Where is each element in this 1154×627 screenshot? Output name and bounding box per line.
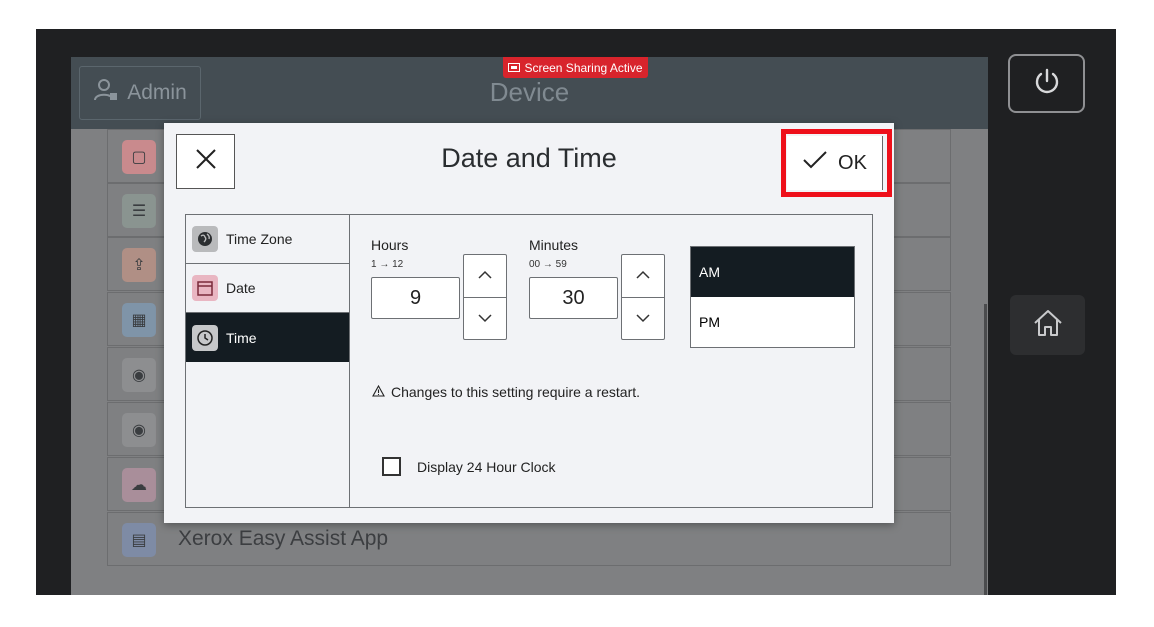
calculator-icon: ▦: [122, 303, 156, 337]
power-button[interactable]: [1008, 54, 1085, 113]
clock-icon: [192, 324, 218, 351]
screen-share-icon: [508, 61, 521, 75]
app-icon: ▢: [122, 140, 156, 174]
date-time-dialog: Date and Time OK Time Zone Date Time Hou…: [164, 123, 894, 523]
ok-label: OK: [838, 151, 867, 174]
nav-item-time-zone[interactable]: Time Zone: [186, 215, 349, 264]
nav-item-date[interactable]: Date: [186, 264, 349, 313]
minutes-input[interactable]: 30: [529, 277, 618, 319]
xerox-easy-assist-label: Xerox Easy Assist App: [178, 527, 389, 550]
restart-warning: Changes to this setting require a restar…: [372, 384, 640, 400]
am-pm-selector: AM PM: [690, 246, 855, 348]
time-settings-panel: Hours 1 → 12 9 Minutes 00 → 59 30 AM PM …: [349, 214, 874, 508]
upload-box-icon: ⇪: [122, 248, 156, 282]
screen-sharing-badge: Screen Sharing Active: [503, 57, 648, 78]
checkmark-icon: [802, 150, 828, 176]
screen-sharing-text: Screen Sharing Active: [524, 60, 643, 75]
minutes-increment-button[interactable]: [622, 255, 664, 298]
chevron-down-icon: [477, 310, 493, 328]
display-24-hour-clock-label: Display 24 Hour Clock: [417, 458, 556, 475]
minutes-label: Minutes: [529, 237, 579, 253]
screen-header: Admin Device Screen Sharing Active: [71, 57, 988, 129]
minutes-decrement-button[interactable]: [622, 298, 664, 340]
page-title: Device: [489, 77, 570, 107]
hours-increment-button[interactable]: [464, 255, 506, 298]
display-24-hour-clock-option[interactable]: Display 24 Hour Clock: [382, 457, 556, 476]
hours-decrement-button[interactable]: [464, 298, 506, 340]
document-icon: ▤: [122, 523, 156, 557]
display-24-hour-clock-checkbox[interactable]: [382, 457, 401, 476]
nav-item-time[interactable]: Time: [186, 313, 349, 362]
warning-icon: [372, 384, 385, 400]
dial-icon: ◉: [122, 413, 156, 447]
minutes-range: 00 → 59: [529, 259, 567, 270]
hours-label: Hours: [371, 237, 409, 253]
globe-icon: [192, 226, 218, 252]
hours-stepper: [463, 254, 507, 340]
hours-range: 1 → 12: [371, 259, 404, 270]
minutes-stepper: [621, 254, 665, 340]
cloud-upload-icon: ☁: [122, 468, 156, 502]
home-icon: [1032, 308, 1064, 343]
scrollbar[interactable]: [984, 304, 987, 595]
chevron-up-icon: [477, 267, 493, 285]
home-button[interactable]: [1010, 295, 1085, 355]
am-option[interactable]: AM: [691, 247, 854, 297]
ok-button[interactable]: OK: [787, 136, 883, 190]
dialog-body: Time Zone Date Time Hours 1 → 12 9 Minut…: [185, 214, 873, 508]
settings-side-nav: Time Zone Date Time: [186, 215, 349, 363]
power-icon: [1032, 66, 1062, 101]
pm-option[interactable]: PM: [691, 297, 854, 347]
list-icon: ☰: [122, 194, 156, 228]
hours-input[interactable]: 9: [371, 277, 460, 319]
calendar-icon: [192, 275, 218, 301]
chevron-up-icon: [635, 267, 651, 285]
chevron-down-icon: [635, 310, 651, 328]
dial-icon: ◉: [122, 358, 156, 392]
